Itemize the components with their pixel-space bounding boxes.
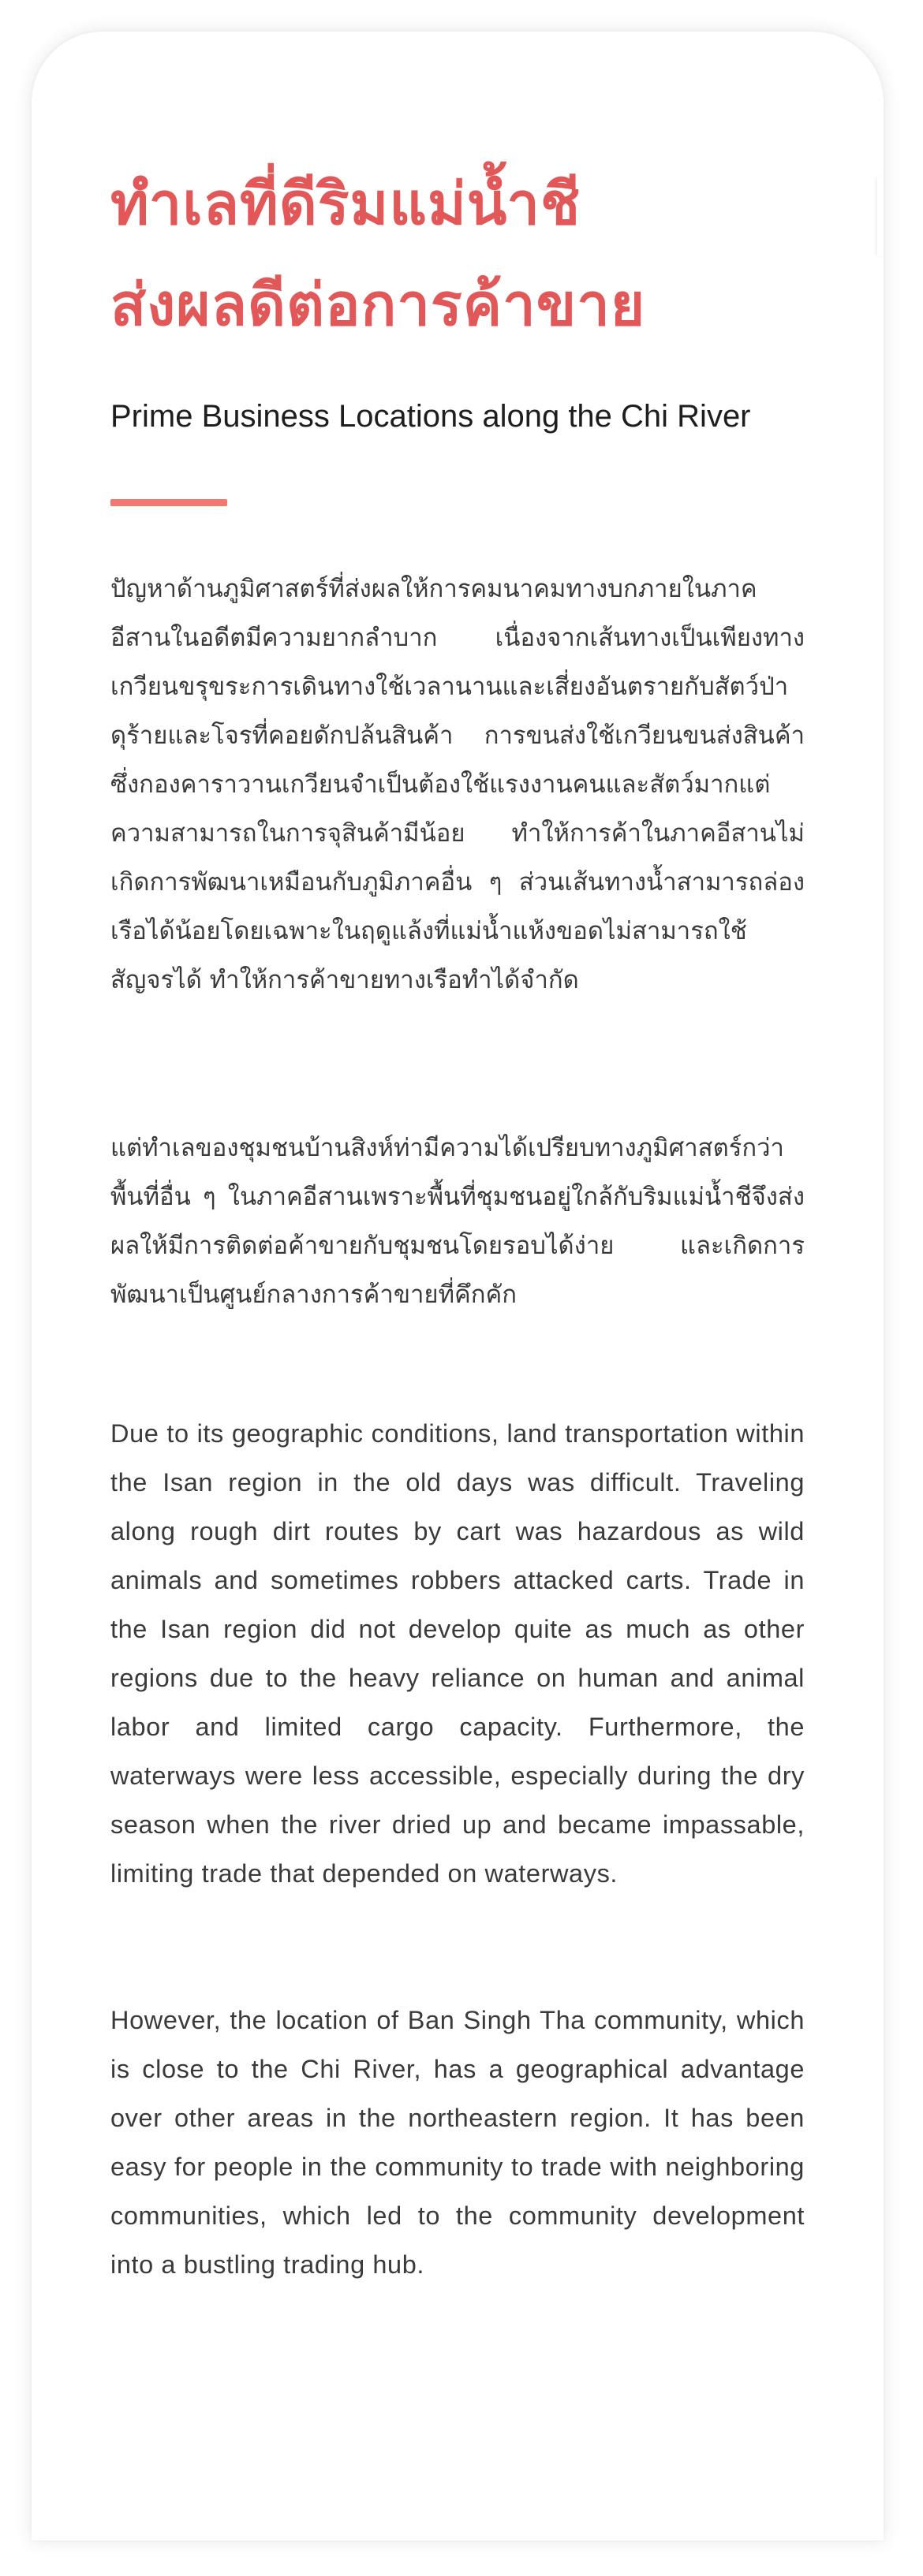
- accent-divider: [110, 499, 227, 506]
- page-subtitle: Prime Business Locations along the Chi R…: [110, 399, 751, 434]
- page-title-line-1: ทำเลที่ดีริมแม่น้ำชี: [110, 170, 581, 238]
- article-card: ทำเลที่ดีริมแม่น้ำชี ส่งผลดีต่อการค้าขาย…: [32, 32, 884, 2541]
- english-paragraph-2: However, the location of Ban Singh Tha c…: [110, 2006, 805, 2279]
- page-title: ทำเลที่ดีริมแม่น้ำชี ส่งผลดีต่อการค้าขาย: [110, 154, 805, 356]
- thai-paragraph-1: ปัญหาด้านภูมิศาสตร์ที่ส่งผลให้การคมนาคมท…: [110, 575, 805, 994]
- edge-scroll-tab: [877, 177, 884, 256]
- thai-paragraph-2: แต่ทำเลของชุมชนบ้านสิงห์ท่ามีความได้เปรี…: [110, 1134, 805, 1309]
- english-paragraph-1: Due to its geographic conditions, land t…: [110, 1419, 805, 1888]
- page-title-line-2: ส่งผลดีต่อการค้าขาย: [110, 271, 646, 339]
